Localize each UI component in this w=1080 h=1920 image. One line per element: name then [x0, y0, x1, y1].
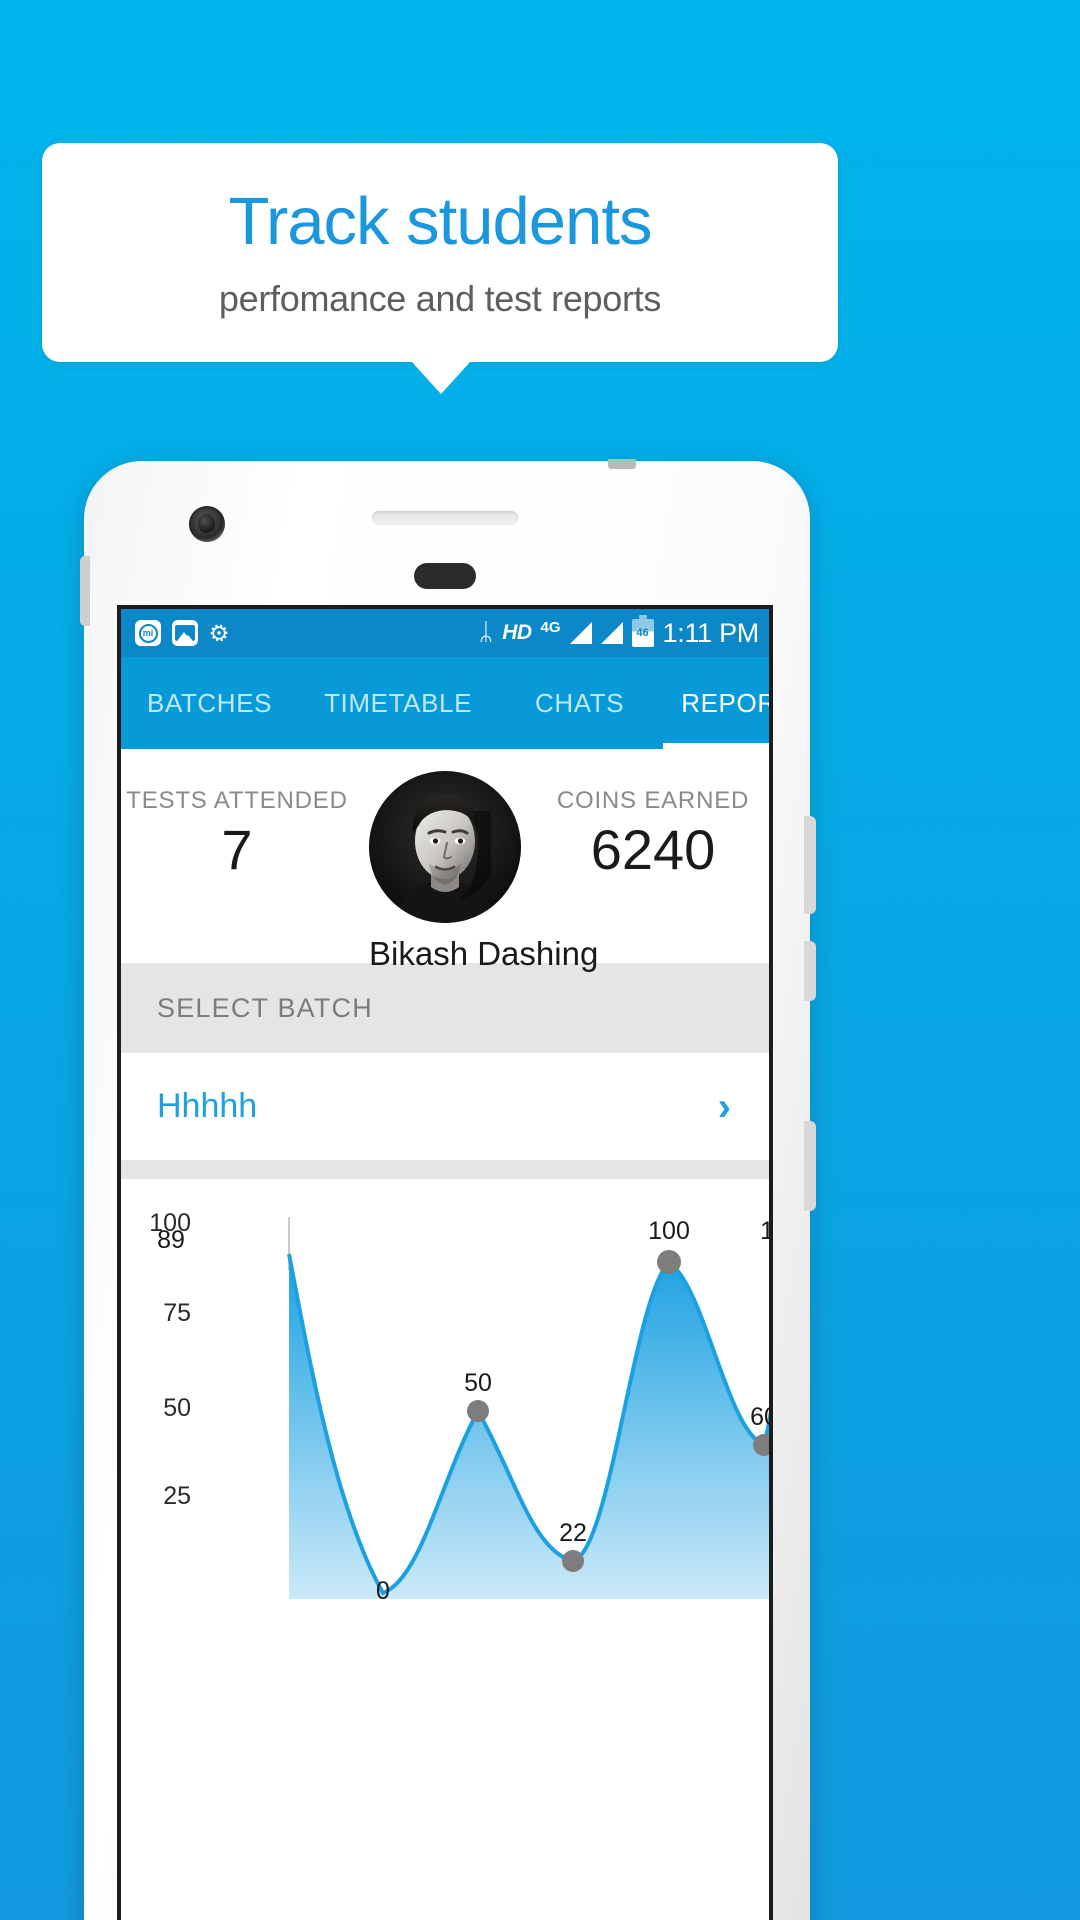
chart-point: [657, 1250, 681, 1274]
coins-earned-label: COINS EARNED: [556, 787, 750, 814]
phone-left-tray: [80, 556, 90, 626]
section-divider: [121, 1161, 769, 1179]
data-label-4: 22: [559, 1519, 587, 1547]
sync-icon: ⚙: [205, 616, 234, 649]
data-label-5: 100: [648, 1217, 690, 1245]
student-name: Bikash Dashing: [369, 935, 599, 972]
phone-side-panel: [804, 1121, 816, 1211]
status-bar-left-icons: mi ⚙: [135, 616, 234, 649]
status-bar-clock: 1:11 PM: [662, 617, 760, 648]
chevron-right-icon[interactable]: ›: [718, 1087, 731, 1127]
status-bar-right-icons: ᛦ HD 4G 46 1:11 PM: [478, 615, 760, 649]
stat-coins-earned: COINS EARNED 6240: [537, 787, 769, 880]
network-type-label: 4G: [540, 618, 561, 636]
batch-row[interactable]: Hhhhh ›: [121, 1053, 769, 1161]
tab-reports[interactable]: REPORTS: [663, 657, 769, 749]
phone-power-button[interactable]: [804, 941, 816, 1001]
y-axis-label-25: 25: [163, 1482, 191, 1510]
chart-point: [467, 1400, 489, 1422]
avatar-photo: [369, 771, 521, 923]
phone-volume-button[interactable]: [804, 816, 816, 914]
selected-batch-name: Hhhhh: [157, 1087, 258, 1125]
coins-earned-value: 6240: [590, 818, 716, 881]
select-batch-header: SELECT BATCH: [121, 963, 769, 1053]
signal-bars-icon-2: [600, 622, 623, 644]
signal-bars-icon-1: [569, 622, 592, 644]
earpiece-speaker: [372, 511, 518, 525]
hd-voice-icon: HD: [502, 621, 532, 644]
callout-bubble: Track students perfomance and test repor…: [42, 143, 838, 362]
battery-icon: 46: [631, 615, 654, 647]
stat-tests-attended: TESTS ATTENDED 7: [121, 787, 353, 880]
callout-tail: [411, 361, 471, 394]
phone-antenna-band: [608, 459, 636, 469]
y-axis-label-50: 50: [163, 1394, 191, 1422]
data-label-3: 50: [464, 1369, 492, 1397]
tab-chats[interactable]: CHATS: [535, 688, 624, 719]
chart-point: [562, 1550, 584, 1572]
profile-summary: TESTS ATTENDED 7 Bikash Dashing COINS EA…: [121, 749, 769, 972]
tests-attended-value: 7: [221, 818, 253, 881]
headline-subtitle: perfomance and test reports: [218, 278, 662, 319]
mi-app-label: mi: [138, 623, 158, 643]
phone-mockup: mi ⚙ ᛦ HD 4G 46 1:11 PM BATCHES TIMETABL…: [80, 459, 816, 1920]
tab-batches[interactable]: BATCHES: [147, 688, 272, 719]
data-label-6: 60: [750, 1403, 769, 1431]
tab-timetable[interactable]: TIMETABLE: [324, 688, 472, 719]
tests-attended-label: TESTS ATTENDED: [126, 787, 348, 814]
gallery-icon: [172, 620, 198, 646]
mi-app-icon: mi: [135, 620, 161, 646]
data-label-1: 89: [157, 1226, 185, 1254]
student-profile: Bikash Dashing: [369, 771, 599, 973]
bluetooth-icon: ᛦ: [478, 619, 494, 646]
headline-title: Track students: [228, 184, 653, 259]
phone-screen: mi ⚙ ᛦ HD 4G 46 1:11 PM BATCHES TIMETABL…: [117, 605, 773, 1920]
y-axis-label-75: 75: [163, 1299, 191, 1327]
data-label-7: 100: [760, 1217, 769, 1246]
tab-bar: BATCHES TIMETABLE CHATS REPORTS: [121, 657, 769, 749]
performance-chart: 100 75 50 25 89 0 50 22 100 60 100: [121, 1179, 769, 1599]
front-camera-icon: [189, 506, 225, 542]
proximity-sensor: [414, 563, 476, 589]
status-bar: mi ⚙ ᛦ HD 4G 46 1:11 PM: [121, 609, 769, 657]
data-label-2: 0: [376, 1577, 390, 1599]
avatar: [369, 771, 521, 923]
